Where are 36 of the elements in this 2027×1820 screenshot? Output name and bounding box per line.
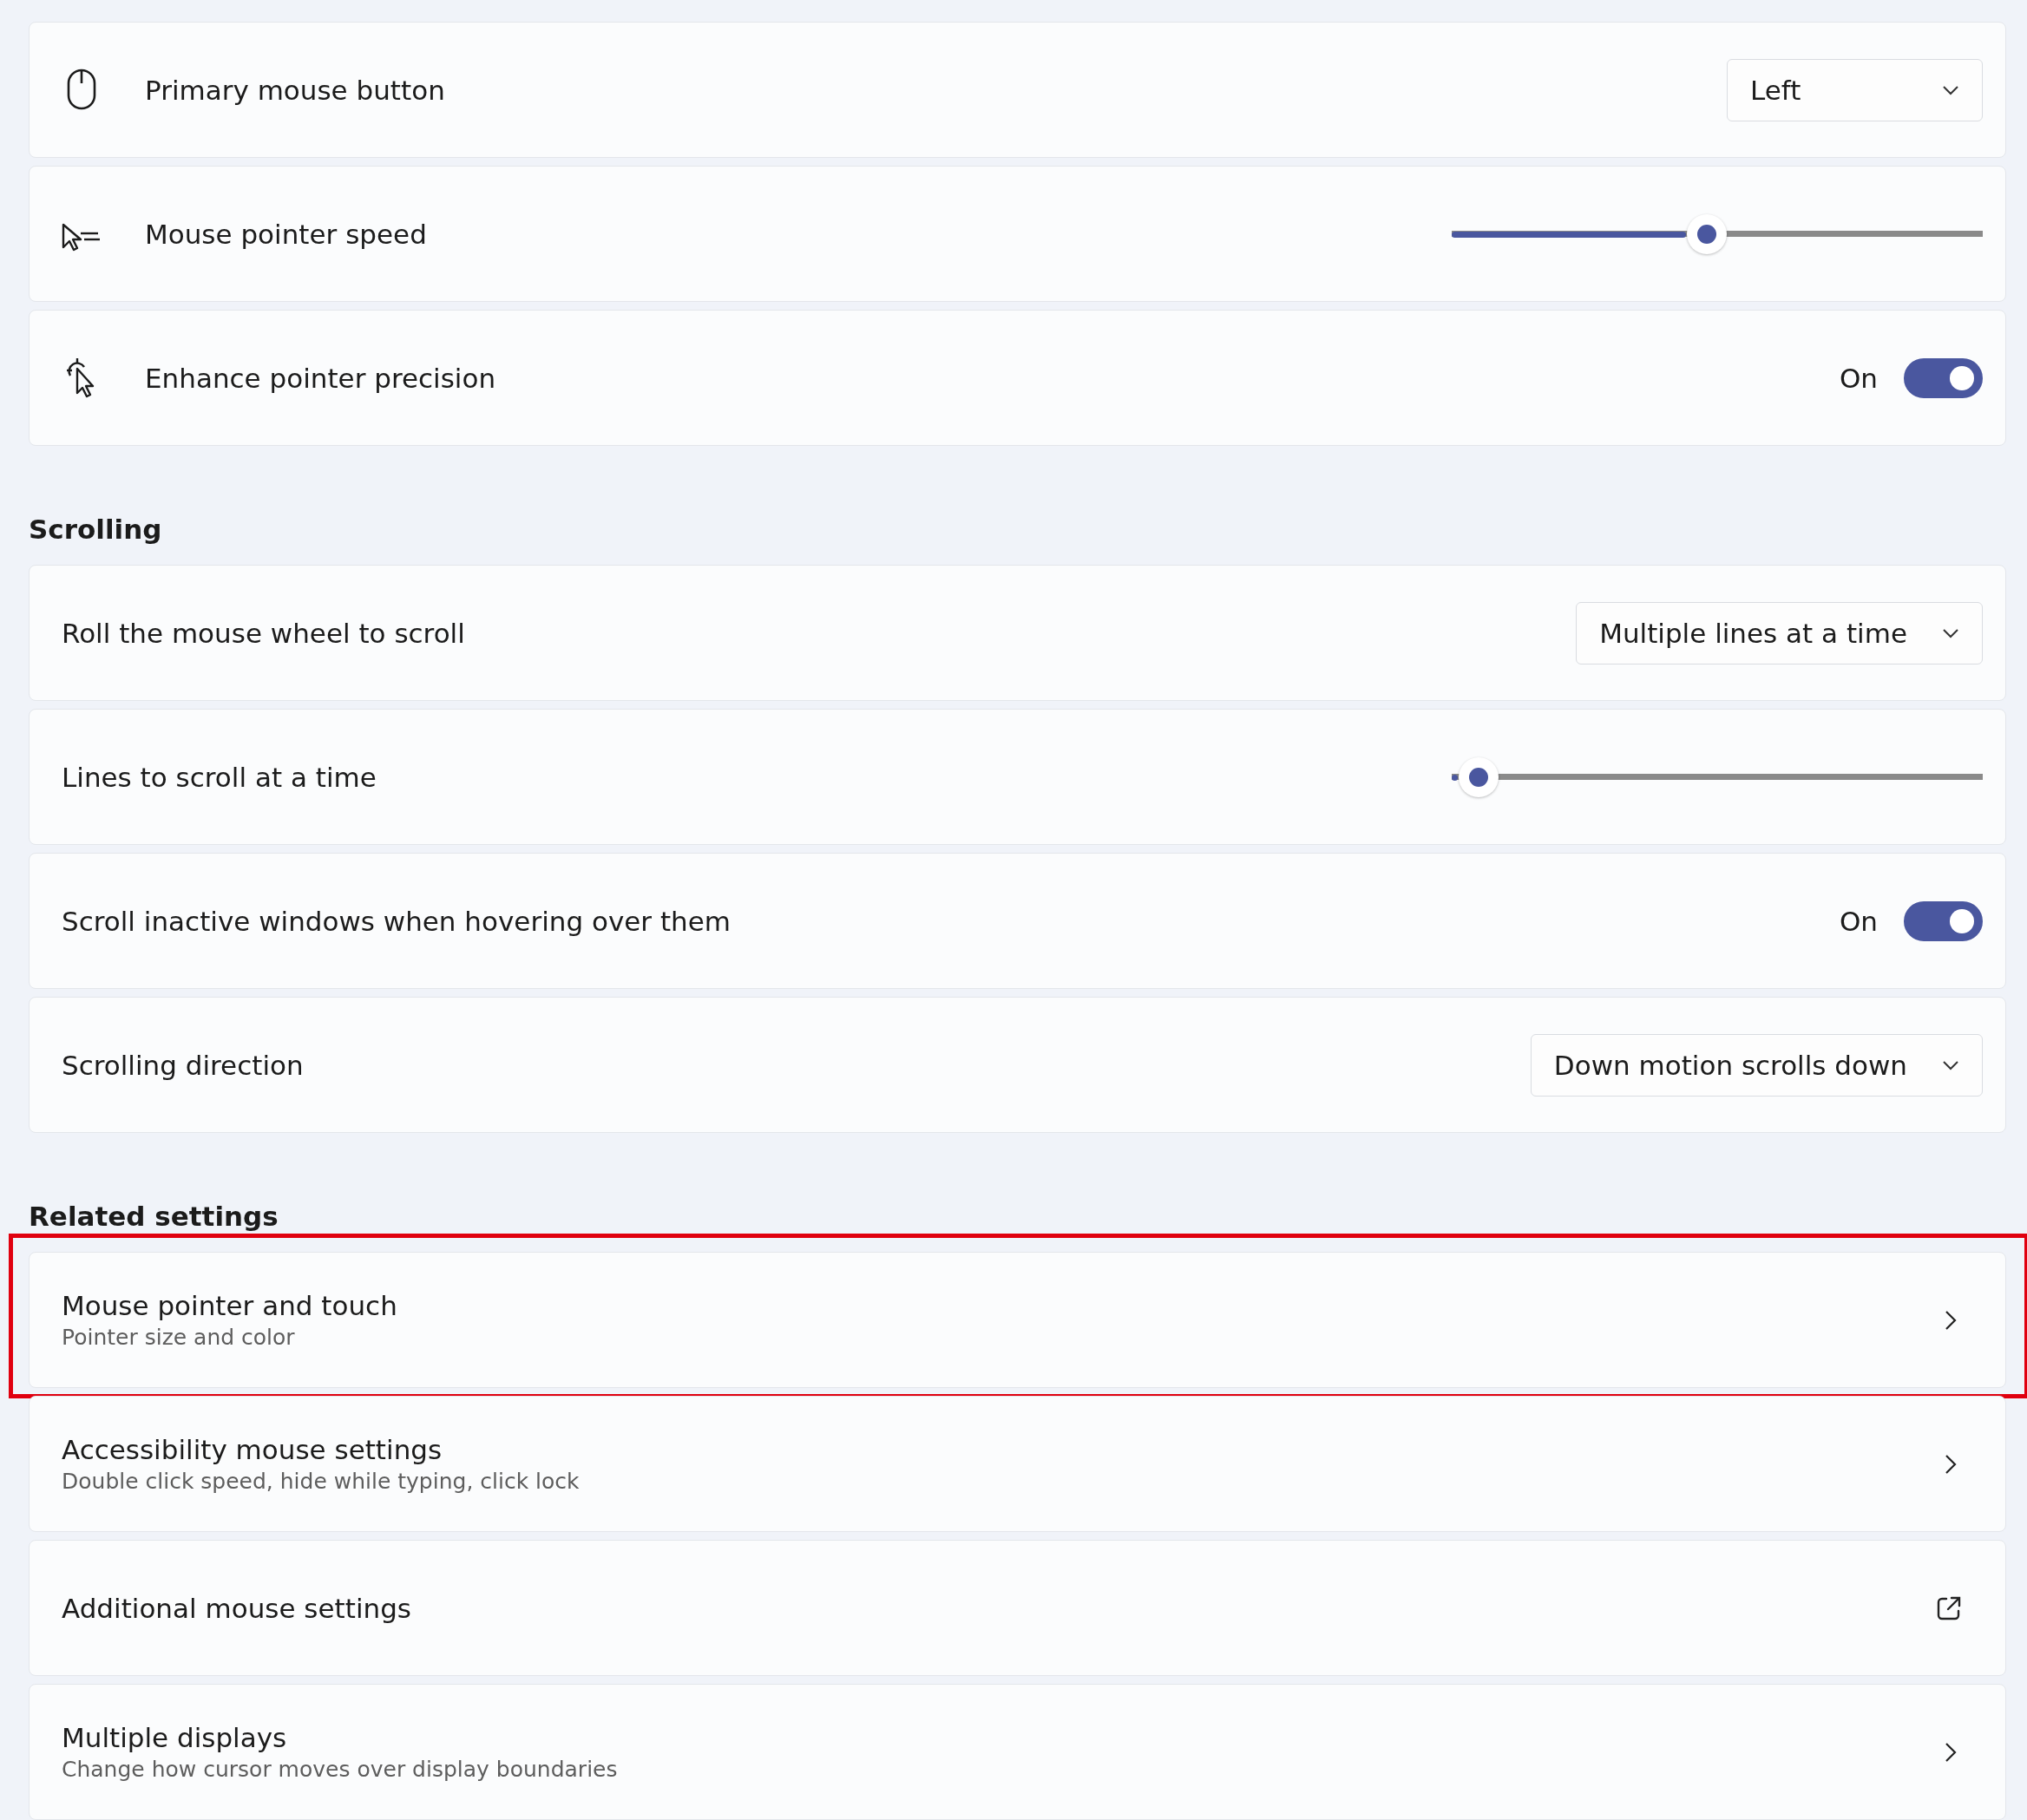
setting-label: Scrolling direction (62, 1049, 305, 1081)
setting-card[interactable]: Additional mouse settings (29, 1540, 2006, 1676)
setting-label: Accessibility mouse settings (62, 1434, 443, 1465)
setting-description: Pointer size and color (62, 1325, 296, 1350)
chevron-right-icon (1945, 1309, 1957, 1331)
setting-label: Mouse pointer and touch (62, 1290, 398, 1321)
setting-card[interactable]: Multiple displays Change how cursor moves over display boundaries (29, 1684, 2006, 1820)
setting-description: Double click speed, hide while typing, click lock (62, 1469, 581, 1494)
caret-icon (1942, 1059, 1959, 1070)
setting-card[interactable]: Accessibility mouse settings Double click speed, hide while typing, click lock (29, 1396, 2006, 1532)
section-heading: Related settings (29, 1200, 279, 1234)
setting-label: Lines to scroll at a time (62, 761, 377, 793)
setting-label: Roll the mouse wheel to scroll (62, 617, 466, 649)
toggle-state-label: On (1839, 362, 1878, 394)
setting-label: Additional mouse settings (62, 1592, 412, 1624)
setting-label: Primary mouse button (145, 74, 446, 106)
slider-thumb[interactable] (1458, 756, 1499, 797)
setting-card[interactable]: Mouse pointer and touch Pointer size and color (29, 1252, 2006, 1388)
setting-label: Enhance pointer precision (145, 362, 497, 394)
setting-description: Change how cursor moves over display boundaries (62, 1757, 619, 1782)
setting-label: Multiple displays (62, 1722, 288, 1753)
caret-icon (1942, 627, 1959, 638)
chevron-right-icon (1945, 1453, 1957, 1475)
section-heading: Scrolling (29, 513, 163, 547)
chevron-right-icon (1945, 1741, 1957, 1763)
dropdown[interactable]: Multiple lines at a time (1576, 601, 1983, 664)
setting-label: Mouse pointer speed (145, 218, 428, 250)
caret-icon (1942, 84, 1959, 95)
toggle-switch[interactable] (1904, 900, 1983, 941)
setting-label: Scroll inactive windows when hovering over them (62, 905, 731, 937)
slider-thumb[interactable] (1686, 213, 1727, 254)
toggle-switch[interactable] (1904, 357, 1983, 398)
external-link-icon (1936, 1594, 1962, 1621)
toggle-state-label: On (1839, 905, 1878, 937)
dropdown[interactable]: Left (1727, 58, 1983, 121)
dropdown[interactable]: Down motion scrolls down (1530, 1033, 1983, 1097)
